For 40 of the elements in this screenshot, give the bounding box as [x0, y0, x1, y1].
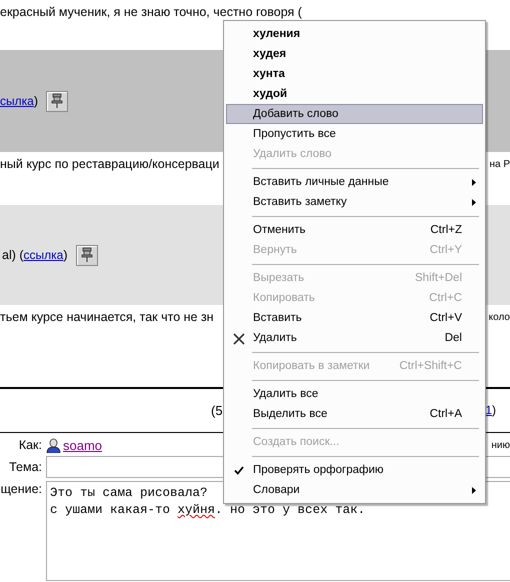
comment-text: al) (	[2, 248, 24, 262]
page-link[interactable]: 1	[485, 403, 492, 417]
link-text: нию	[491, 438, 510, 452]
author-label: Как:	[18, 437, 42, 453]
comment-text: )	[34, 94, 38, 108]
username-link[interactable]: soamo	[63, 438, 102, 452]
pager-text: )	[492, 403, 496, 417]
menu-item[interactable]: хуления	[226, 24, 483, 44]
comment-text: тьем курсе начинается, так что не зн	[0, 310, 214, 325]
menu-item[interactable]: Пропустить все	[226, 124, 483, 144]
link[interactable]: сылка	[0, 94, 34, 108]
subject-label: Тема:	[8, 459, 42, 475]
comment-text: ный курс по реставрацию/консерваци	[0, 157, 220, 172]
comment-text: на Р	[489, 158, 510, 172]
menu-item[interactable]: Удалить Del	[226, 328, 483, 348]
comment-text: )	[63, 248, 68, 262]
menu-item[interactable]: худой	[226, 84, 483, 104]
menu-item[interactable]: Вставить личные данные	[226, 172, 483, 192]
pin-button[interactable]	[76, 244, 98, 266]
menu-item[interactable]: Удалить все	[226, 384, 483, 404]
check-icon	[232, 464, 246, 477]
menu-item[interactable]: Вставить Ctrl+V	[226, 308, 483, 328]
comment-text: екрасный мученик, я не знаю точно, честно говоря (	[0, 5, 302, 20]
pager-text: (5	[211, 403, 223, 418]
comment-text: коло	[488, 311, 510, 325]
menu-item[interactable]: Выделить все Ctrl+A	[226, 404, 483, 424]
pushpin-icon	[80, 247, 93, 263]
menu-item[interactable]: Вставить заметку	[226, 192, 483, 212]
menu-item[interactable]: хунта	[226, 64, 483, 84]
pin-button[interactable]	[46, 90, 68, 112]
menu-item[interactable]: Добавить слово	[226, 104, 483, 124]
link[interactable]: ссылка	[24, 248, 64, 262]
pushpin-icon	[51, 93, 63, 109]
user-icon	[46, 438, 61, 452]
close-icon	[232, 332, 246, 345]
menu-item[interactable]: Словари	[226, 480, 483, 500]
menu-item[interactable]: Отменить Ctrl+Z	[226, 220, 483, 240]
message-label: щение:	[0, 481, 42, 497]
menu-item[interactable]: худея	[226, 44, 483, 64]
menu-item[interactable]: Проверять орфографию	[226, 460, 483, 480]
